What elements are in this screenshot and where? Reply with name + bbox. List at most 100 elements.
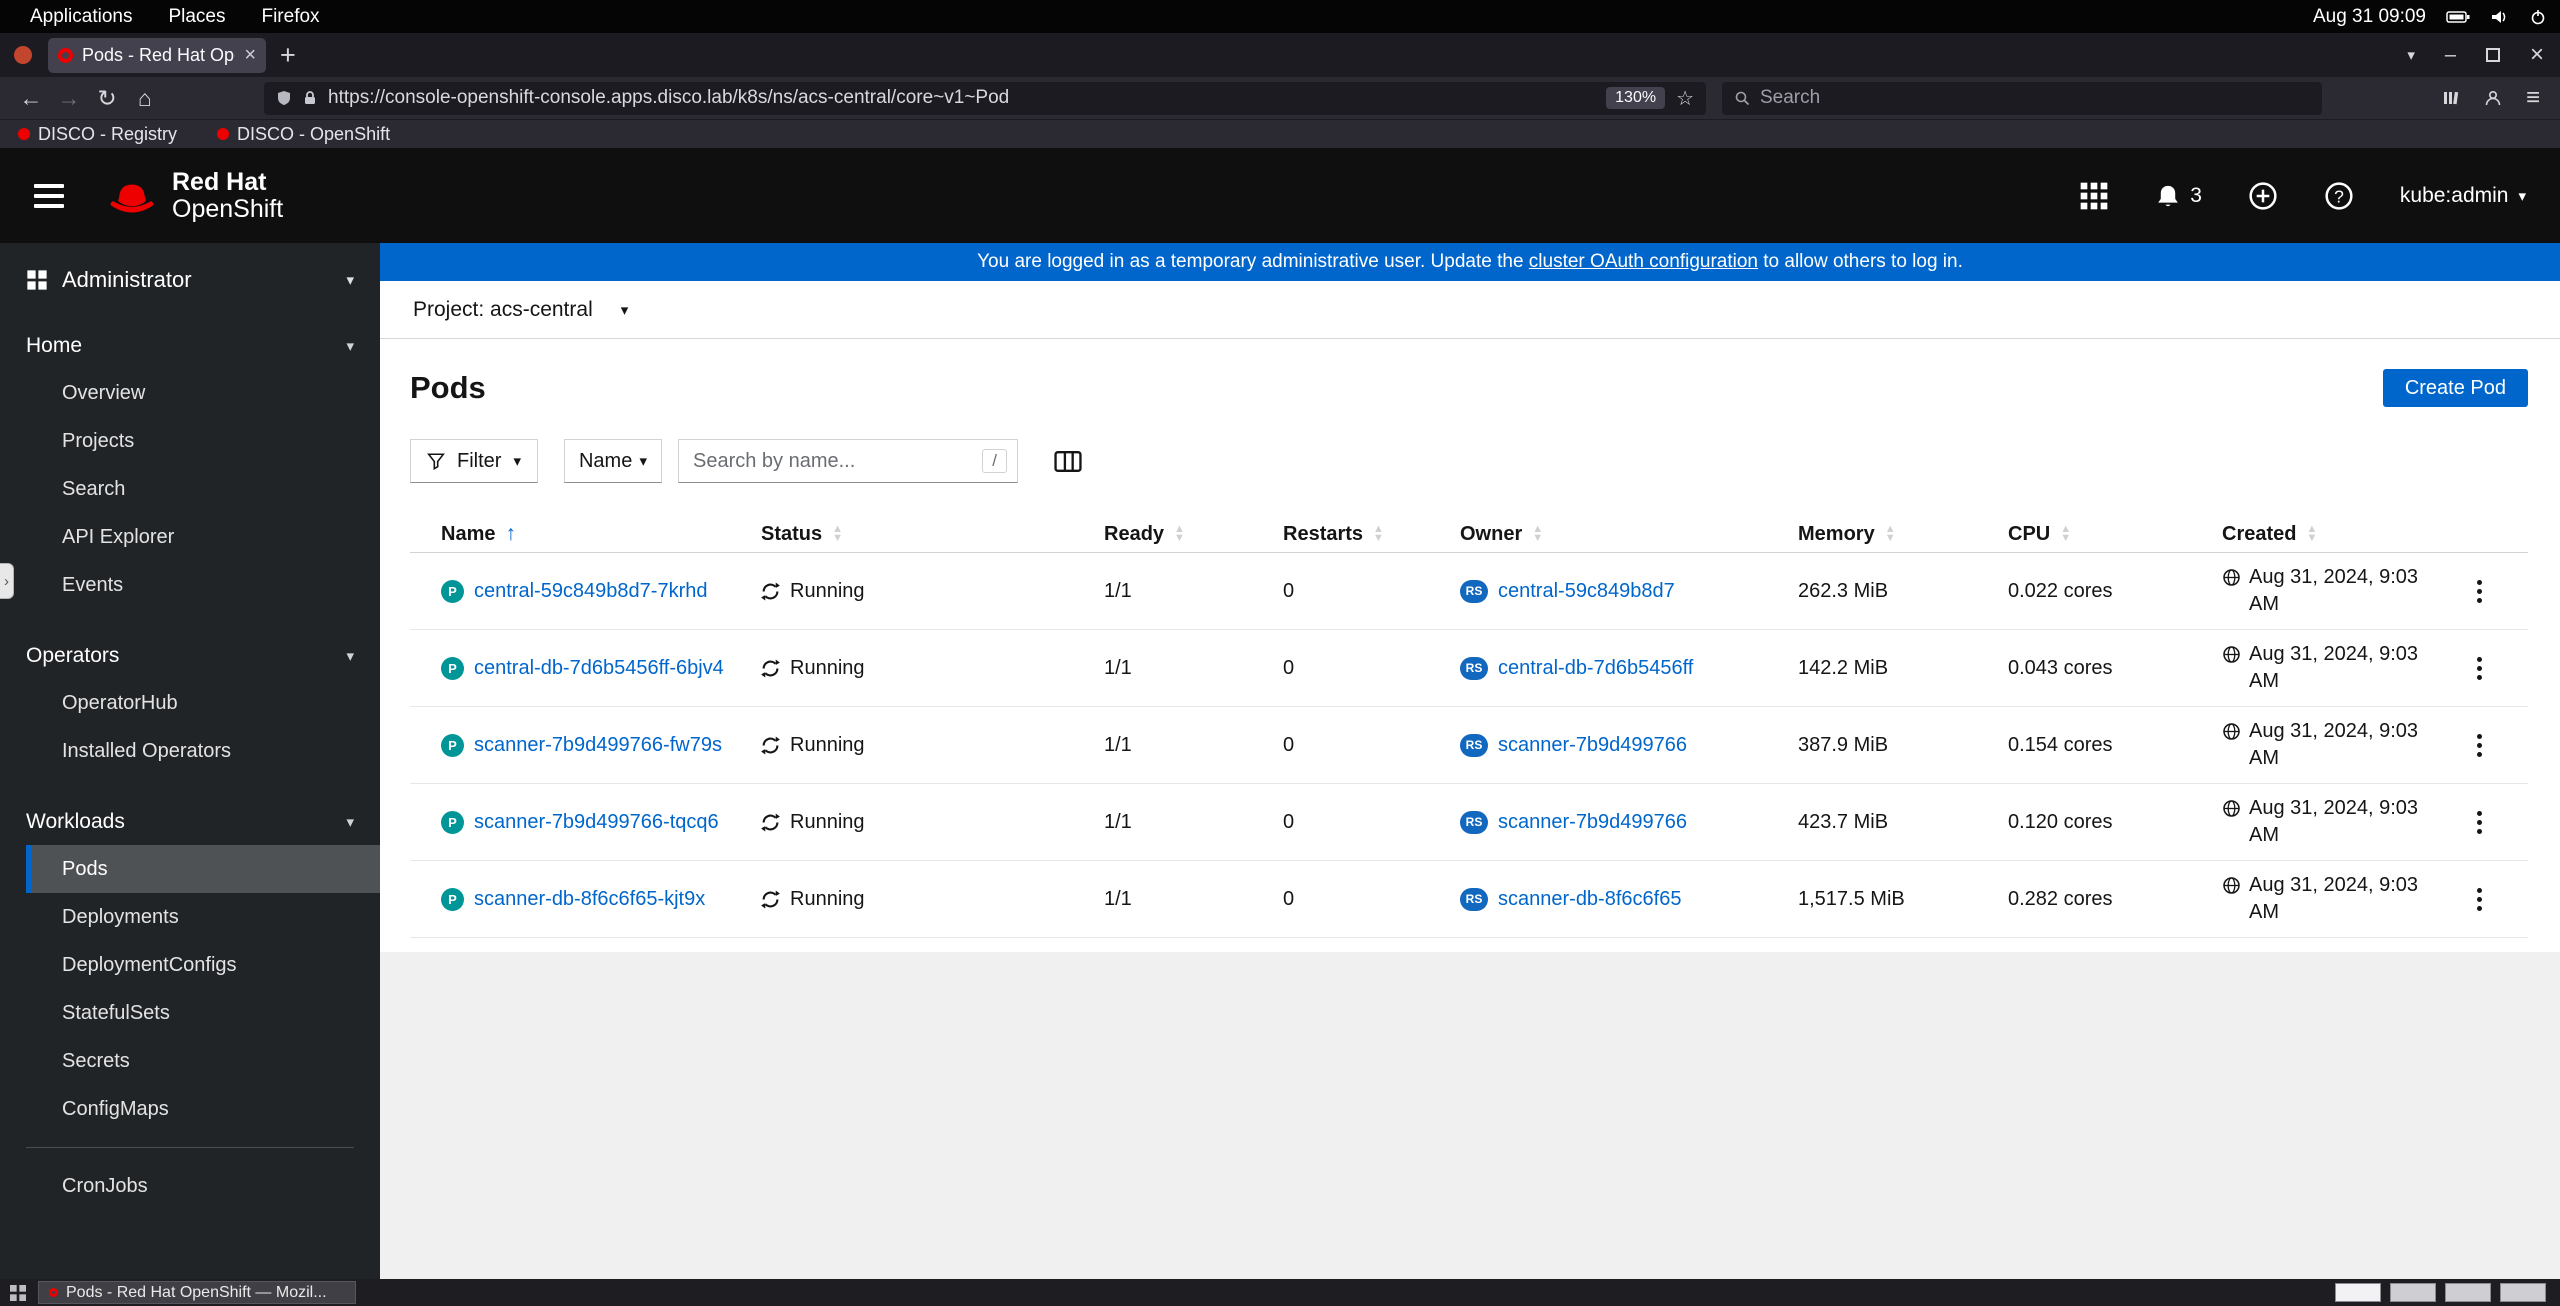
workspace-1[interactable] [2335, 1283, 2381, 1302]
sidebar-item-statefulsets[interactable]: StatefulSets [0, 989, 380, 1037]
back-button[interactable]: ← [12, 85, 50, 112]
account-icon[interactable] [2484, 89, 2502, 107]
applications-menu[interactable]: Applications [30, 6, 132, 28]
url-bar[interactable]: https://console-openshift-console.apps.d… [264, 81, 1706, 115]
volume-icon[interactable] [2490, 9, 2510, 25]
owner-link[interactable]: scanner-db-8f6c6f65 [1498, 888, 1681, 911]
sidebar-item-api-explorer[interactable]: API Explorer [0, 513, 380, 561]
column-header-cpu[interactable]: CPU ▲ ▼ [2008, 523, 2222, 546]
sidebar-item-deployments[interactable]: Deployments [0, 893, 380, 941]
minimize-button[interactable]: – [2445, 44, 2456, 67]
battery-icon[interactable] [2446, 10, 2470, 24]
kebab-menu-button[interactable] [2461, 651, 2497, 686]
pod-restarts-cell: 0 [1283, 733, 1295, 756]
taskbar-app-icon[interactable] [10, 1284, 26, 1301]
owner-link[interactable]: scanner-7b9d499766 [1498, 811, 1687, 834]
pod-name-link[interactable]: central-db-7d6b5456ff-6bjv4 [474, 657, 724, 680]
pod-name-link[interactable]: central-59c849b8d7-7krhd [474, 580, 708, 603]
home-button[interactable]: ⌂ [126, 85, 164, 112]
column-header-restarts[interactable]: Restarts ▲ ▼ [1283, 523, 1460, 546]
create-pod-button[interactable]: Create Pod [2382, 369, 2528, 407]
sidebar-item-deploymentconfigs[interactable]: DeploymentConfigs [0, 941, 380, 989]
drawer-handle[interactable]: › [0, 563, 14, 599]
table-header-row: Name ↑ Status ▲ ▼ Ready ▲ ▼ Restarts ▲ ▼… [410, 516, 2528, 553]
bookmark-star-icon[interactable]: ☆ [1676, 86, 1694, 111]
column-header-memory[interactable]: Memory ▲ ▼ [1798, 523, 2008, 546]
close-window-button[interactable]: × [2530, 41, 2544, 69]
cluster-oauth-configuration-link[interactable]: cluster OAuth configuration [1529, 251, 1758, 273]
manage-columns-button[interactable] [1054, 449, 1082, 474]
url-text[interactable]: https://console-openshift-console.apps.d… [328, 87, 1595, 109]
kebab-menu-button[interactable] [2461, 805, 2497, 840]
firefox-view-icon[interactable] [14, 46, 32, 64]
kebab-menu-button[interactable] [2461, 882, 2497, 917]
taskbar-window-button[interactable]: Pods - Red Hat OpenShift — Mozil... [38, 1281, 356, 1304]
zoom-level-button[interactable]: 130% [1606, 87, 1666, 109]
column-header-status[interactable]: Status ▲ ▼ [761, 523, 1104, 546]
owner-link[interactable]: central-59c849b8d7 [1498, 580, 1675, 603]
chevron-down-icon[interactable]: ▾ [621, 301, 629, 319]
new-tab-button[interactable]: + [280, 40, 296, 71]
system-clock[interactable]: Aug 31 09:09 [2313, 6, 2426, 28]
kebab-menu-button[interactable] [2461, 574, 2497, 609]
bookmark-disco-openshift[interactable]: DISCO - OpenShift [217, 124, 390, 145]
sidebar-item-configmaps[interactable]: ConfigMaps [0, 1085, 380, 1133]
browser-search-bar[interactable] [1722, 81, 2322, 115]
perspective-switcher[interactable]: Administrator ▾ [0, 243, 380, 313]
list-tabs-icon[interactable]: ▾ [2407, 46, 2415, 64]
column-header-ready[interactable]: Ready ▲ ▼ [1104, 523, 1283, 546]
pod-owner-cell: RS scanner-7b9d499766 [1460, 810, 1798, 834]
workspace-3[interactable] [2445, 1283, 2491, 1302]
pod-name-link[interactable]: scanner-7b9d499766-fw79s [474, 734, 722, 757]
name-filter-input[interactable] [692, 449, 977, 473]
sidebar-item-search[interactable]: Search [0, 465, 380, 513]
kebab-menu-button[interactable] [2461, 728, 2497, 763]
maximize-button[interactable] [2485, 48, 2500, 62]
browser-search-input[interactable] [1760, 87, 2310, 109]
search-attribute-dropdown[interactable]: Name ▾ [563, 439, 662, 483]
nav-section-workloads[interactable]: Workloads ▾ [0, 799, 380, 845]
pod-owner-cell: RS central-59c849b8d7 [1460, 579, 1798, 603]
tab-close-icon[interactable]: × [244, 44, 256, 67]
firefox-menu[interactable]: Firefox [261, 6, 319, 28]
workspace-2[interactable] [2390, 1283, 2436, 1302]
filter-dropdown[interactable]: Filter ▾ [410, 439, 538, 483]
sidebar-item-installed-operators[interactable]: Installed Operators [0, 727, 380, 775]
power-icon[interactable] [2530, 9, 2546, 25]
quick-create-icon[interactable] [2248, 181, 2278, 211]
notifications-button[interactable]: 3 [2155, 183, 2202, 209]
sidebar-item-operatorhub[interactable]: OperatorHub [0, 679, 380, 727]
column-header-owner[interactable]: Owner ▲ ▼ [1460, 523, 1798, 546]
workspace-4[interactable] [2500, 1283, 2546, 1302]
sidebar-item-overview[interactable]: Overview [0, 369, 380, 417]
library-icon[interactable] [2442, 89, 2460, 107]
column-header-created[interactable]: Created ▲ ▼ [2222, 523, 2451, 546]
sidebar-item-cronjobs[interactable]: CronJobs [0, 1162, 380, 1210]
sidebar-item-projects[interactable]: Projects [0, 417, 380, 465]
pod-name-link[interactable]: scanner-db-8f6c6f65-kjt9x [474, 888, 705, 911]
sidebar-toggle-icon[interactable] [34, 183, 64, 208]
taskbar-window-title: Pods - Red Hat OpenShift — Mozil... [66, 1283, 327, 1301]
bookmark-disco-registry[interactable]: DISCO - Registry [18, 124, 177, 145]
project-selector[interactable]: Project: acs-central [413, 298, 593, 322]
sidebar-item-events[interactable]: Events [0, 561, 380, 609]
nav-section-home[interactable]: Home ▾ [0, 323, 380, 369]
pod-name-link[interactable]: scanner-7b9d499766-tqcq6 [474, 811, 719, 834]
help-icon[interactable]: ? [2324, 181, 2354, 211]
sort-icon: ▲ ▼ [2060, 523, 2072, 544]
lock-icon[interactable] [303, 90, 317, 106]
hamburger-menu-icon[interactable]: ≡ [2526, 84, 2540, 112]
owner-link[interactable]: central-db-7d6b5456ff [1498, 657, 1693, 680]
sidebar-item-pods[interactable]: Pods [26, 845, 380, 893]
places-menu[interactable]: Places [168, 6, 225, 28]
user-menu[interactable]: kube:admin ▾ [2400, 184, 2526, 208]
app-launcher-icon[interactable] [2079, 181, 2109, 211]
browser-tab[interactable]: Pods - Red Hat OpenShift × [48, 37, 266, 73]
sidebar-item-secrets[interactable]: Secrets [0, 1037, 380, 1085]
column-header-name[interactable]: Name ↑ [410, 522, 761, 546]
forward-button[interactable]: → [50, 85, 88, 112]
nav-section-operators[interactable]: Operators ▾ [0, 633, 380, 679]
shield-icon[interactable] [276, 90, 292, 106]
reload-button[interactable]: ↻ [88, 85, 126, 112]
owner-link[interactable]: scanner-7b9d499766 [1498, 734, 1687, 757]
